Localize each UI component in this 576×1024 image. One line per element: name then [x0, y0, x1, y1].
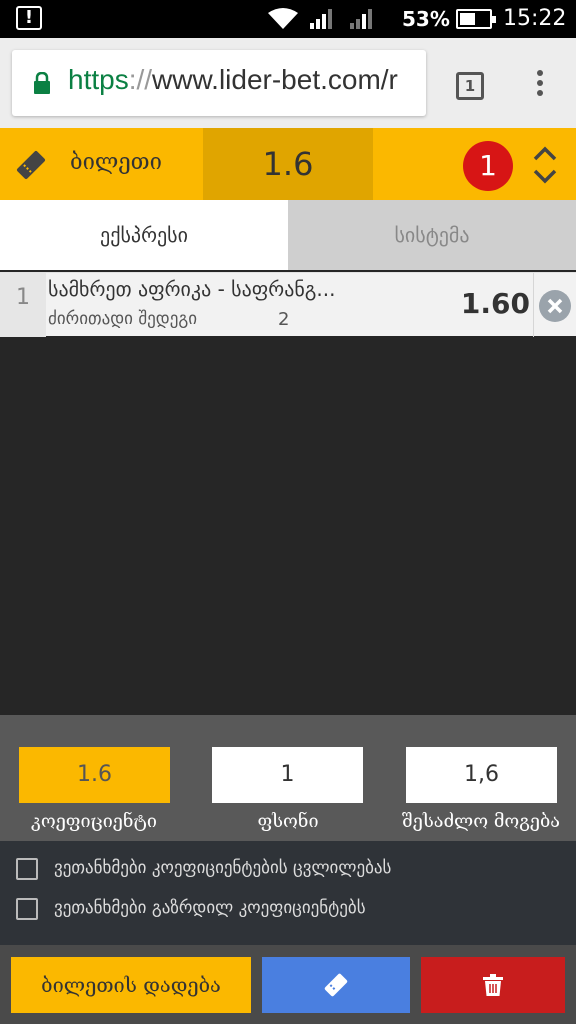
- divider: [533, 273, 534, 337]
- battery-percent: 53%: [402, 7, 450, 31]
- wifi-icon: [268, 8, 298, 29]
- battery-level: [460, 13, 475, 25]
- accept-changes-label: ვეთანხმები კოეფიციენტების ცვლილებას: [54, 858, 392, 878]
- browser-toolbar: https://www.lider-bet.com/r 1: [0, 38, 576, 128]
- accept-changes-option[interactable]: ვეთანხმები კოეფიციენტების ცვლილებას: [16, 858, 476, 882]
- trash-icon: [483, 974, 503, 996]
- coefficient-value: 1.6: [19, 747, 170, 803]
- selection-odds: 1.60: [460, 287, 530, 320]
- menu-dot-icon: [537, 90, 543, 96]
- ticket-icon: [16, 150, 46, 180]
- selection-index: 1: [0, 273, 46, 337]
- selection-event-name: სამხრეთ აფრიკა - საფრანგ...: [48, 277, 336, 301]
- overflow-menu-button[interactable]: [530, 68, 550, 102]
- tab-switcher-button[interactable]: 1: [456, 72, 484, 100]
- url-scheme: https: [68, 64, 129, 95]
- tab-system[interactable]: სისტემა: [288, 200, 576, 270]
- place-bet-button[interactable]: ბილეთის დადება: [11, 957, 251, 1013]
- ticket-title: ბილეთი: [70, 150, 162, 175]
- address-bar[interactable]: https://www.lider-bet.com/r: [12, 50, 426, 116]
- list-item: 1 სამხრეთ აფრიკა - საფრანგ... ძირითადი შ…: [0, 272, 576, 337]
- stake-label: ფსონი: [257, 811, 319, 832]
- ticket-options: ვეთანხმები კოეფიციენტების ცვლილებას ვეთა…: [0, 841, 576, 945]
- delete-ticket-button[interactable]: [421, 957, 565, 1013]
- app-screen: ! 53% 15:22 https://www.lider-bet.com/r …: [0, 0, 576, 1024]
- lock-icon: [34, 72, 50, 94]
- url-separator: ://: [128, 64, 153, 95]
- menu-dot-icon: [537, 70, 543, 76]
- clock: 15:22: [503, 6, 567, 31]
- coefficient-label: კოეფიციენტი: [31, 811, 157, 832]
- alert-icon: !: [16, 6, 42, 30]
- ticket-totals: 1.6 1 1,6 კოეფიციენტი ფსონი შესაძლო მოგე…: [0, 715, 576, 841]
- ticket-actions: ბილეთის დადება: [0, 945, 576, 1024]
- bet-type-tabs: ექსპრესი სისტემა: [0, 200, 576, 270]
- selection-outcome: 2: [278, 309, 290, 330]
- chevron-up-down-icon[interactable]: [530, 144, 560, 186]
- url-text: https://www.lider-bet.com/r: [68, 64, 398, 96]
- accept-changes-checkbox[interactable]: [16, 858, 38, 880]
- close-circle-icon[interactable]: [539, 290, 571, 322]
- possible-win-value: 1,6: [406, 747, 557, 803]
- menu-dot-icon: [537, 80, 543, 86]
- ticket-total-odds: 1.6: [203, 128, 373, 200]
- possible-win-label: შესაძლო მოგება: [402, 811, 560, 832]
- tab-express[interactable]: ექსპრესი: [0, 200, 288, 270]
- accept-increased-checkbox[interactable]: [16, 898, 38, 920]
- url-host: www.lider-bet.com/r: [152, 64, 398, 95]
- empty-area: [0, 337, 576, 715]
- accept-increased-label: ვეთანხმები გაზრდილ კოეფიციენტებს: [54, 898, 366, 918]
- ticket-header[interactable]: ბილეთი 1.6 1: [0, 128, 576, 200]
- selection-market: ძირითადი შედეგი: [48, 309, 198, 329]
- battery-icon: [456, 9, 496, 29]
- signal-icon-secondary: [350, 9, 372, 29]
- selections-count-badge: 1: [463, 141, 513, 191]
- signal-icon: [310, 9, 332, 29]
- status-bar: ! 53% 15:22: [0, 0, 576, 38]
- accept-increased-option[interactable]: ვეთანხმები გაზრდილ კოეფიციენტებს: [16, 898, 436, 922]
- share-ticket-button[interactable]: [262, 957, 410, 1013]
- stake-input[interactable]: 1: [212, 747, 363, 803]
- ticket-share-icon: [324, 973, 348, 997]
